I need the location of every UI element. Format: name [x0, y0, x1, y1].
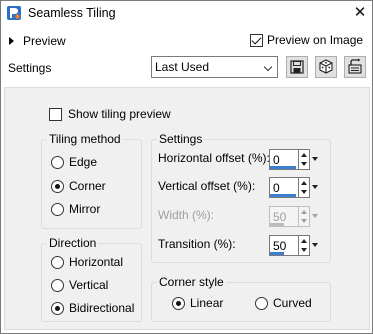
corner-style-title: Corner style	[157, 275, 226, 289]
window-title: Seamless Tiling	[28, 6, 116, 20]
randomize-button[interactable]	[315, 56, 337, 78]
tiling-method-mirror-label: Mirror	[69, 202, 101, 216]
direction-bidirectional[interactable]: Bidirectional	[51, 301, 134, 315]
randomize-icon	[319, 59, 333, 74]
spin-arrows-icon[interactable]	[299, 149, 310, 170]
width-value: 50	[273, 210, 287, 224]
preset-dropdown[interactable]: Last Used	[151, 56, 278, 78]
vertical-offset-label: Vertical offset (%):	[158, 179, 256, 193]
chevron-down-icon[interactable]	[260, 57, 277, 77]
preset-value: Last Used	[155, 60, 210, 74]
transition-stepper[interactable]: 50	[269, 235, 321, 256]
tiling-method-corner-label: Corner	[69, 179, 106, 193]
preview-label: Preview	[23, 34, 66, 48]
radio-button[interactable]	[51, 155, 64, 169]
slider-dropdown-icon[interactable]	[311, 180, 319, 195]
direction-bidirectional-label: Bidirectional	[69, 301, 135, 315]
preview-on-image-check[interactable]	[250, 33, 263, 47]
show-tiling-preview-check[interactable]	[49, 107, 62, 121]
title-bar[interactable]: Seamless Tiling ✕	[1, 1, 372, 27]
slider-dropdown-icon[interactable]	[311, 152, 319, 167]
reset-defaults-icon	[348, 58, 362, 74]
vertical-offset-value: 0	[273, 181, 280, 195]
reset-defaults-button[interactable]	[344, 56, 366, 78]
show-tiling-preview-label: Show tiling preview	[68, 107, 171, 121]
corner-style-curved[interactable]: Curved	[255, 296, 312, 310]
horizontal-offset-value: 0	[273, 153, 280, 167]
radio-button-selected[interactable]	[172, 296, 185, 310]
vertical-offset-bar[interactable]	[270, 194, 296, 197]
spin-arrows-icon[interactable]	[299, 177, 310, 198]
close-icon: ✕	[353, 4, 367, 21]
tiling-method-corner[interactable]: Corner	[51, 179, 106, 193]
width-bar	[270, 223, 284, 226]
width-stepper: 50	[269, 206, 321, 227]
transition-bar[interactable]	[270, 252, 284, 255]
corner-style-linear-label: Linear	[190, 296, 224, 310]
direction-horizontal[interactable]: Horizontal	[51, 255, 123, 269]
radio-button-selected[interactable]	[51, 179, 64, 193]
close-button[interactable]: ✕	[353, 4, 367, 21]
direction-vertical[interactable]: Vertical	[51, 278, 108, 292]
direction-horizontal-label: Horizontal	[69, 255, 124, 269]
vertical-offset-stepper[interactable]: 0	[269, 177, 321, 198]
spin-arrows-icon	[299, 206, 310, 227]
horizontal-offset-stepper[interactable]: 0	[269, 149, 321, 170]
tiling-method-title: Tiling method	[47, 132, 123, 146]
save-preset-button[interactable]	[286, 56, 308, 78]
tiling-method-edge-label: Edge	[69, 155, 98, 169]
dialog-window: Seamless Tiling ✕ Preview Preview on Ima…	[0, 0, 373, 334]
horizontal-offset-bar[interactable]	[270, 166, 296, 169]
slider-dropdown-icon[interactable]	[311, 238, 319, 253]
settings-group-title: Settings	[157, 132, 205, 146]
radio-button[interactable]	[51, 202, 64, 216]
transition-label: Transition (%):	[158, 237, 236, 251]
transition-value: 50	[273, 239, 287, 253]
app-icon	[7, 6, 21, 20]
horizontal-offset-label: Horizontal offset (%):	[158, 151, 270, 165]
corner-style-linear[interactable]: Linear	[172, 296, 223, 310]
slider-dropdown-icon	[311, 209, 319, 224]
spin-arrows-icon[interactable]	[299, 235, 310, 256]
expand-arrow-icon	[9, 37, 14, 45]
preview-expander[interactable]: Preview	[9, 33, 66, 49]
direction-vertical-label: Vertical	[69, 278, 109, 292]
radio-button[interactable]	[255, 296, 268, 310]
preview-on-image-label: Preview on Image	[267, 33, 364, 47]
tiling-method-mirror[interactable]: Mirror	[51, 202, 100, 216]
tiling-method-edge[interactable]: Edge	[51, 155, 97, 169]
radio-button[interactable]	[51, 255, 64, 269]
preview-on-image-checkbox[interactable]: Preview on Image	[250, 33, 363, 47]
show-tiling-preview-checkbox[interactable]: Show tiling preview	[49, 107, 171, 121]
corner-style-curved-label: Curved	[273, 296, 312, 310]
save-preset-icon	[290, 60, 304, 74]
radio-button[interactable]	[51, 278, 64, 292]
radio-button-selected[interactable]	[51, 301, 64, 315]
settings-label: Settings	[8, 61, 52, 75]
direction-title: Direction	[47, 236, 99, 250]
width-label: Width (%):	[158, 208, 215, 222]
